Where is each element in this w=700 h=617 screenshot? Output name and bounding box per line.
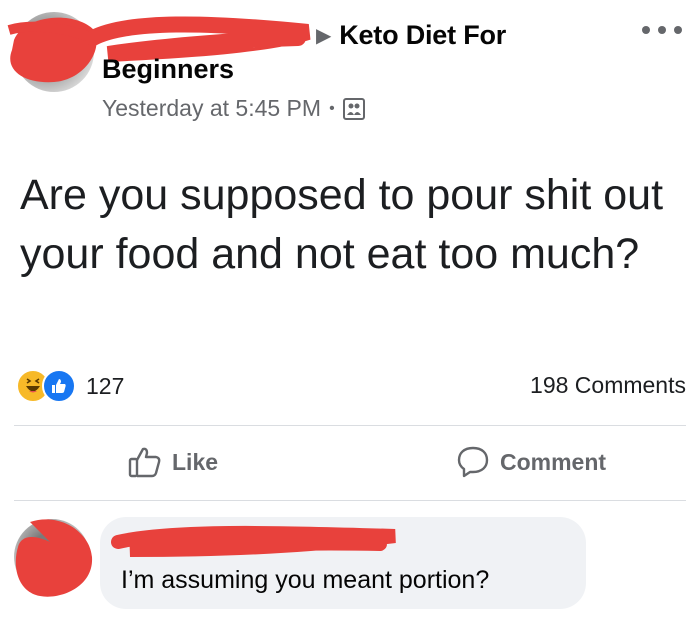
like-label: Like xyxy=(172,448,219,475)
redaction-scribble-commenter-name xyxy=(111,525,396,557)
comments-count-link[interactable]: 198 Comments xyxy=(530,372,686,399)
dot-icon xyxy=(674,26,682,34)
like-icon xyxy=(42,369,76,403)
divider xyxy=(14,425,686,426)
chevron-right-icon: ▶ xyxy=(316,24,332,47)
post-timestamp[interactable]: Yesterday at 5:45 PM xyxy=(102,95,321,122)
meta-separator: • xyxy=(329,99,335,117)
dot-icon xyxy=(642,26,650,34)
post-header-title: ▶ Keto Diet For xyxy=(102,18,506,52)
comment-button[interactable]: Comment xyxy=(456,440,606,484)
group-name-continued[interactable]: Beginners xyxy=(102,54,234,85)
group-name[interactable]: Keto Diet For xyxy=(339,20,506,51)
redaction-scribble-commenter-avatar xyxy=(15,519,93,597)
thumbs-up-icon xyxy=(128,447,161,478)
comment-bubble-icon xyxy=(457,446,489,478)
post-meta: Yesterday at 5:45 PM • xyxy=(102,95,365,122)
reaction-count: 127 xyxy=(86,372,125,399)
redaction-scribble-avatar xyxy=(7,17,100,83)
comment-label: Comment xyxy=(500,448,607,475)
reactions-summary[interactable]: 127 xyxy=(16,369,124,403)
like-button[interactable]: Like xyxy=(128,440,218,484)
divider xyxy=(14,500,686,501)
dot-icon xyxy=(658,26,666,34)
post-body-text: Are you supposed to pour shit out your f… xyxy=(20,171,664,278)
group-privacy-icon xyxy=(342,97,365,120)
comment-text: I’m assuming you meant portion? xyxy=(121,566,490,594)
more-options-icon[interactable] xyxy=(642,20,682,40)
